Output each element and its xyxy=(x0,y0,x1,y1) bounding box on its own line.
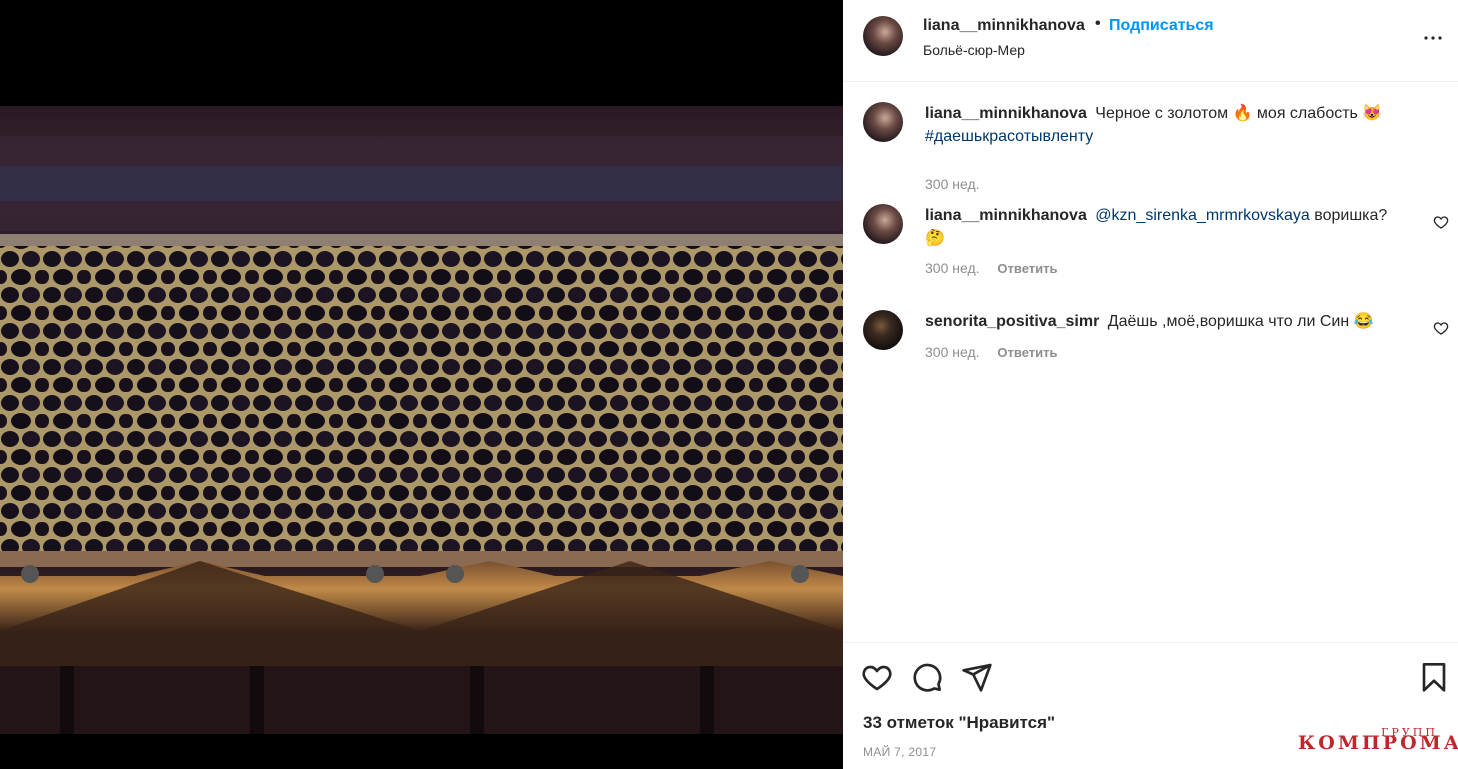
caption-body-2: моя слабость xyxy=(1256,105,1358,122)
comment-meta: 300 нед. Ответить xyxy=(925,344,1058,360)
commenter-avatar[interactable] xyxy=(863,204,903,244)
comment-time[interactable]: 300 нед. xyxy=(925,260,980,276)
comment-item: senorita_positiva_simr Даёшь ,моё,воришк… xyxy=(843,310,1458,370)
watermark-logo: ГРУПП КОМПРОМАТ xyxy=(1298,726,1458,756)
more-options-icon[interactable] xyxy=(1421,26,1445,50)
heart-eyes-cat-emoji: 😻 xyxy=(1362,105,1383,122)
post-date[interactable]: МАЙ 7, 2017 xyxy=(863,745,936,759)
caption-username[interactable]: liana__minnikhanova xyxy=(925,105,1087,122)
comment-text: senorita_positiva_simr Даёшь ,моё,воришк… xyxy=(925,310,1413,333)
comment-item: liana__minnikhanova @kzn_sirenka_mrmrkov… xyxy=(843,204,1458,284)
like-comment-heart-icon[interactable] xyxy=(1433,214,1449,230)
follow-button[interactable]: Подписаться xyxy=(1109,17,1214,35)
reply-button[interactable]: Ответить xyxy=(997,261,1057,276)
author-avatar[interactable] xyxy=(863,16,903,56)
comment-body: воришка? xyxy=(1314,207,1388,224)
post-media[interactable] xyxy=(0,0,843,769)
post-panel: liana__minnikhanova • Подписаться Больё-… xyxy=(843,0,1458,769)
comment-body: Даёшь ,моё,воришка что ли Син xyxy=(1107,313,1350,330)
photo-artwork xyxy=(0,136,843,734)
caption-avatar[interactable] xyxy=(863,102,903,142)
watermark-main-text: КОМПРОМАТ xyxy=(1298,732,1458,754)
caption-body-1: Черное с золотом xyxy=(1095,105,1229,122)
hashtag-link[interactable]: #даешькрасотывленту xyxy=(925,128,1093,145)
reply-button[interactable]: Ответить xyxy=(997,345,1057,360)
comment-icon[interactable] xyxy=(911,661,943,693)
heart-icon[interactable] xyxy=(861,661,893,693)
caption: liana__minnikhanova Черное с золотом 🔥 м… xyxy=(843,102,1458,192)
post-photo[interactable] xyxy=(0,106,843,734)
location-link[interactable]: Больё-сюр-Мер xyxy=(923,42,1025,58)
bookmark-icon[interactable] xyxy=(1418,661,1450,693)
like-comment-heart-icon[interactable] xyxy=(1433,320,1449,336)
caption-text: liana__minnikhanova Черное с золотом 🔥 м… xyxy=(925,102,1413,148)
fire-emoji: 🔥 xyxy=(1232,105,1253,122)
mention-link[interactable]: @kzn_sirenka_mrmrkovskaya xyxy=(1095,207,1310,224)
header-separator: • xyxy=(1095,15,1101,32)
comment-time[interactable]: 300 нед. xyxy=(925,344,980,360)
share-icon[interactable] xyxy=(961,661,993,693)
post-header: liana__minnikhanova • Подписаться Больё-… xyxy=(843,0,1458,82)
caption-time[interactable]: 300 нед. xyxy=(925,176,980,192)
comment-text: liana__minnikhanova @kzn_sirenka_mrmrkov… xyxy=(925,204,1413,250)
caption-meta: 300 нед. xyxy=(925,176,980,192)
author-username[interactable]: liana__minnikhanova xyxy=(923,17,1085,35)
comment-meta: 300 нед. Ответить xyxy=(925,260,1058,276)
thinking-emoji: 🤔 xyxy=(925,230,945,247)
comments-list: liana__minnikhanova Черное с золотом 🔥 м… xyxy=(843,82,1458,642)
laughing-emoji: 😂 xyxy=(1353,313,1374,330)
commenter-avatar[interactable] xyxy=(863,310,903,350)
comment-username[interactable]: liana__minnikhanova xyxy=(925,207,1087,224)
comment-username[interactable]: senorita_positiva_simr xyxy=(925,313,1099,330)
likes-count[interactable]: 33 отметок "Нравится" xyxy=(863,713,1055,733)
